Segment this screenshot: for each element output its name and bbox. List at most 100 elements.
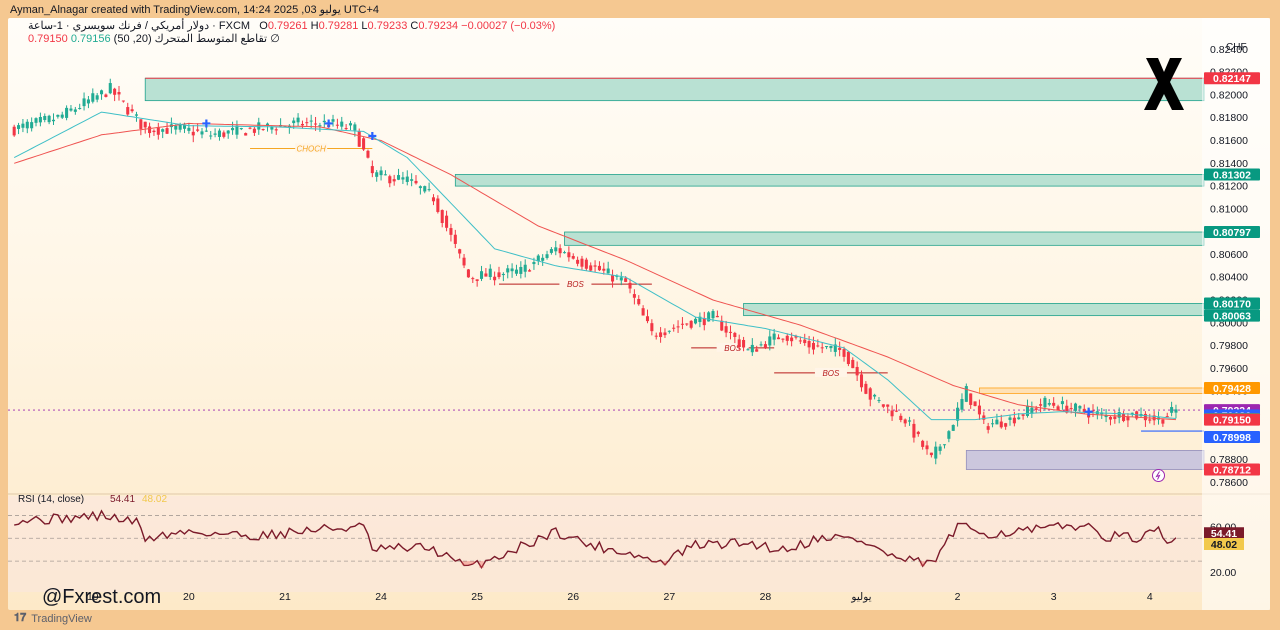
open-value: 0.79261 (267, 20, 308, 32)
candle-body (851, 359, 855, 369)
price-tag-label: 0.80797 (1213, 227, 1251, 239)
candle-body (785, 335, 789, 341)
candle-body (1073, 403, 1078, 411)
change-value: −0.00027 (−0.03%) (461, 20, 556, 32)
candle-body (737, 339, 741, 348)
candle-body (724, 326, 728, 333)
candle-body (60, 114, 64, 118)
candle-body (449, 228, 453, 235)
candle-body (217, 130, 221, 137)
y-tick-label: 0.81600 (1210, 135, 1248, 147)
candle-body (340, 121, 344, 127)
candle-body (816, 345, 820, 347)
candle-body (956, 407, 960, 421)
candle-body (436, 198, 440, 212)
candle-body (790, 337, 794, 342)
y-tick-label: 0.81000 (1210, 203, 1248, 215)
candle-body (73, 109, 77, 112)
candle-body (383, 174, 387, 176)
candle-body (209, 135, 213, 137)
candle-body (296, 117, 300, 123)
candle-body (921, 440, 925, 447)
candle-body (453, 234, 457, 244)
candle-body (388, 176, 392, 184)
eye-icon[interactable]: ∅ (270, 33, 280, 45)
candle-body (868, 388, 872, 400)
candle-body (899, 415, 903, 421)
candle-body (300, 123, 304, 126)
zone-supply-0 (144, 77, 1205, 102)
candle-body (423, 186, 427, 192)
candle-body (558, 248, 562, 254)
rsi-oversold-fill (466, 561, 471, 566)
candle-body (986, 426, 990, 430)
candle-body (842, 349, 846, 357)
candle-body (711, 311, 715, 319)
candle-body (1069, 408, 1073, 410)
candle-body (30, 122, 34, 129)
candle-body (397, 175, 401, 180)
candle-body (733, 332, 737, 337)
candle-body (139, 119, 143, 129)
candle-body (746, 349, 750, 351)
candle-body (1174, 409, 1178, 413)
candle-body (1017, 417, 1021, 420)
candle-body (781, 338, 785, 340)
candle-body (1025, 405, 1030, 416)
cross-marker-1 (324, 119, 333, 128)
candle-body (632, 294, 636, 298)
price-tag-label: 0.82147 (1213, 73, 1251, 85)
candle-body (825, 346, 829, 348)
zone-highlight-4 (979, 387, 1205, 394)
candle-body (999, 421, 1003, 428)
rsi-oversold-fill (920, 561, 925, 567)
candle-body (348, 123, 353, 126)
rsi-oversold-fill (479, 561, 484, 568)
candle-body (322, 120, 326, 123)
structure-label-1: BOS (567, 280, 585, 289)
candle-body (379, 170, 383, 176)
candle-body (510, 268, 514, 272)
candle-body (21, 123, 25, 128)
candle-body (685, 323, 689, 325)
x-tick-label: 4 (1147, 591, 1153, 603)
candle-body (755, 349, 759, 352)
candle-body (174, 125, 178, 130)
candle-body (942, 444, 947, 446)
candle-body (261, 129, 265, 131)
candle-body (466, 269, 470, 278)
price-tag-label: 0.78712 (1213, 465, 1251, 477)
candle-body (929, 452, 933, 456)
x-tick-label: يوليو (850, 591, 871, 603)
candle-body (977, 405, 981, 415)
x-tick-label: 3 (1051, 591, 1057, 603)
candle-body (1113, 416, 1117, 420)
high-label: H (310, 20, 319, 32)
candle-body (969, 393, 973, 405)
rsi-ma-tag: 48.02 (1211, 539, 1237, 551)
candle-body (1108, 416, 1112, 420)
ma-legend[interactable]: تقاطع المتوسط المتحرك (20, 50) 0.79156 0… (28, 32, 280, 45)
tradingview-logo[interactable]: 𝟏𝟕 TradingView (14, 612, 92, 625)
candle-body (257, 122, 261, 130)
candle-body (763, 344, 767, 349)
symbol-legend: دولار أمريكي / فرنك سويسري · 1-ساعة · FX… (28, 19, 555, 32)
candle-body (589, 265, 593, 271)
candle-body (108, 83, 112, 94)
candle-body (418, 186, 422, 189)
candle-body (672, 327, 676, 329)
symbol-name: دولار أمريكي / فرنك سويسري · 1-ساعة · FX… (28, 20, 251, 32)
candle-body (811, 342, 815, 350)
candle-body (471, 278, 475, 280)
candle-body (95, 95, 99, 100)
candle-body (707, 312, 711, 322)
candle-body (1021, 414, 1025, 416)
y-tick-label: 0.80600 (1210, 249, 1248, 261)
candle-body (1012, 417, 1016, 424)
candle-body (715, 315, 719, 318)
candle-body (1004, 423, 1008, 427)
y-tick-label: 0.79800 (1210, 340, 1248, 352)
x-tick-label: 27 (663, 591, 675, 603)
price-chart[interactable]: CHOCHBOSBOSBOS0.824000.822000.820000.818… (8, 18, 1270, 610)
candle-body (859, 374, 864, 388)
